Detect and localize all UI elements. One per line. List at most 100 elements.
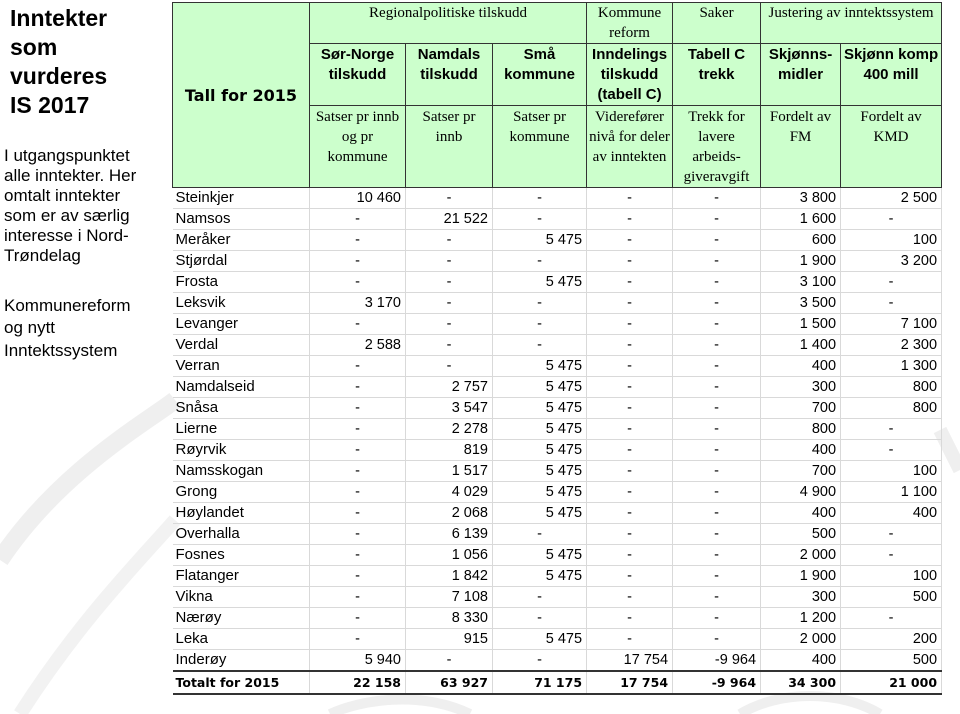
table-cell: 819 bbox=[405, 439, 493, 461]
table-cell: 5 475 bbox=[491, 565, 587, 587]
table-cell: 1 400 bbox=[760, 334, 841, 356]
table-cell: - bbox=[586, 418, 673, 440]
table-cell: - bbox=[586, 460, 673, 482]
table-cell: - bbox=[672, 208, 761, 230]
table-cell: - bbox=[840, 523, 943, 545]
table-cell: 1 500 bbox=[760, 313, 841, 335]
municipality-name: Grong bbox=[172, 481, 310, 503]
table-cell: - bbox=[309, 628, 406, 650]
table-row: Namsos -21 522- - -1 600- bbox=[172, 208, 943, 230]
table-row: Nærøy -8 330- - -1 200- bbox=[172, 607, 943, 629]
total-row: Totalt for 2015 22 158 63 927 71 175 17 754-… bbox=[172, 670, 943, 695]
table-cell: 2 068 bbox=[405, 502, 493, 524]
municipality-name: Frosta bbox=[172, 271, 310, 293]
table-cell: - bbox=[586, 208, 673, 230]
municipality-name: Nærøy bbox=[172, 607, 310, 629]
column-header: Sør-Norge tilskudd bbox=[309, 43, 406, 106]
table-cell: 600 bbox=[760, 229, 841, 251]
table-cell: - bbox=[672, 187, 761, 209]
municipality-name: Lierne bbox=[172, 418, 310, 440]
table-cell: 5 475 bbox=[491, 460, 587, 482]
table-cell: - bbox=[840, 208, 943, 230]
table-cell: 400 bbox=[760, 502, 841, 524]
table-cell: 5 475 bbox=[491, 481, 587, 503]
table-cell: 3 170 bbox=[309, 292, 406, 314]
table-row: Verdal 2 588- - - -1 400 2 300 bbox=[172, 334, 943, 356]
table-cell: 100 bbox=[840, 565, 943, 587]
table-row: Stjørdal - - - - -1 900 3 200 bbox=[172, 250, 943, 272]
table-cell: - bbox=[491, 607, 587, 629]
municipality-name: Røyrvik bbox=[172, 439, 310, 461]
table-cell: 700 bbox=[760, 460, 841, 482]
table-cell: - bbox=[309, 544, 406, 566]
municipality-name: Vikna bbox=[172, 586, 310, 608]
table-cell: - bbox=[672, 586, 761, 608]
table-cell: - bbox=[491, 313, 587, 335]
table-cell: - bbox=[309, 586, 406, 608]
table-cell: - bbox=[405, 250, 493, 272]
municipality-name: Steinkjer bbox=[172, 187, 310, 209]
title-line: som bbox=[10, 34, 58, 60]
table-cell: 1 900 bbox=[760, 250, 841, 272]
table-row: Inderøy 5 940- -17 754 -9 964 400 500 bbox=[172, 649, 943, 672]
intro-line: som er av særlig bbox=[4, 206, 130, 225]
table-cell: 22 158 bbox=[309, 670, 406, 695]
table-cell: - bbox=[586, 523, 673, 545]
table-cell: - bbox=[672, 334, 761, 356]
total-label: Totalt for 2015 bbox=[172, 670, 310, 695]
group-header: Saker bbox=[672, 2, 762, 44]
table-cell: - bbox=[405, 229, 493, 251]
table-cell: - bbox=[491, 250, 587, 272]
column-header: Inndelings tilskudd (tabell C) bbox=[586, 43, 674, 106]
table-cell: - bbox=[672, 355, 761, 377]
table-cell: - bbox=[491, 649, 587, 672]
table-row: Frosta - -5 475- -3 100- bbox=[172, 271, 943, 293]
municipality-name: Leka bbox=[172, 628, 310, 650]
table-cell: 100 bbox=[840, 229, 943, 251]
municipality-name: Verdal bbox=[172, 334, 310, 356]
table-cell: - bbox=[586, 586, 673, 608]
table-cell: 400 bbox=[760, 355, 841, 377]
intro-line: I utgangspunktet bbox=[4, 146, 130, 165]
table-row: Leka -915 5 475- -2 000 200 bbox=[172, 628, 943, 650]
table-row: Lierne -2 278 5 475- -800- bbox=[172, 418, 943, 440]
table-cell: 10 460 bbox=[309, 187, 406, 209]
table-cell: - bbox=[309, 271, 406, 293]
table-cell: 800 bbox=[840, 376, 943, 398]
slide-title: Inntekter som vurderes IS 2017 bbox=[10, 4, 164, 120]
table-cell: - bbox=[405, 187, 493, 209]
table-cell: 5 475 bbox=[491, 628, 587, 650]
table-cell: - bbox=[672, 250, 761, 272]
table-cell: 700 bbox=[760, 397, 841, 419]
municipality-name: Namdalseid bbox=[172, 376, 310, 398]
table-cell: 5 940 bbox=[309, 649, 406, 672]
table-cell: - bbox=[672, 628, 761, 650]
intro-line: Trøndelag bbox=[4, 246, 81, 265]
table-cell: - bbox=[491, 292, 587, 314]
table-cell: - bbox=[672, 565, 761, 587]
table-cell: 1 517 bbox=[405, 460, 493, 482]
table-cell: - bbox=[586, 502, 673, 524]
table-cell: - bbox=[586, 250, 673, 272]
title-line: IS 2017 bbox=[10, 92, 90, 118]
table-cell: - bbox=[586, 229, 673, 251]
table-cell: 17 754 bbox=[586, 649, 673, 672]
table-row: Grong -4 029 5 475- -4 900 1 100 bbox=[172, 481, 943, 503]
table-cell: - bbox=[672, 418, 761, 440]
table-cell: - bbox=[405, 292, 493, 314]
table-cell: 63 927 bbox=[405, 670, 493, 695]
municipality-name: Leksvik bbox=[172, 292, 310, 314]
column-header: Tabell C trekk bbox=[672, 43, 762, 106]
table-cell: 1 842 bbox=[405, 565, 493, 587]
table-cell: 1 056 bbox=[405, 544, 493, 566]
table-cell: 7 100 bbox=[840, 313, 943, 335]
municipality-name: Meråker bbox=[172, 229, 310, 251]
table-cell: - bbox=[586, 565, 673, 587]
footer-line: Inntektssystem bbox=[4, 341, 118, 360]
column-description: Satser pr innb bbox=[405, 105, 493, 188]
table-cell: 400 bbox=[760, 439, 841, 461]
column-header: Namdals tilskudd bbox=[405, 43, 493, 106]
table-header: Tall for 2015 Regionalpolitiske tilskudd… bbox=[172, 2, 943, 188]
table-cell: - bbox=[672, 481, 761, 503]
table-cell: 71 175 bbox=[491, 670, 587, 695]
